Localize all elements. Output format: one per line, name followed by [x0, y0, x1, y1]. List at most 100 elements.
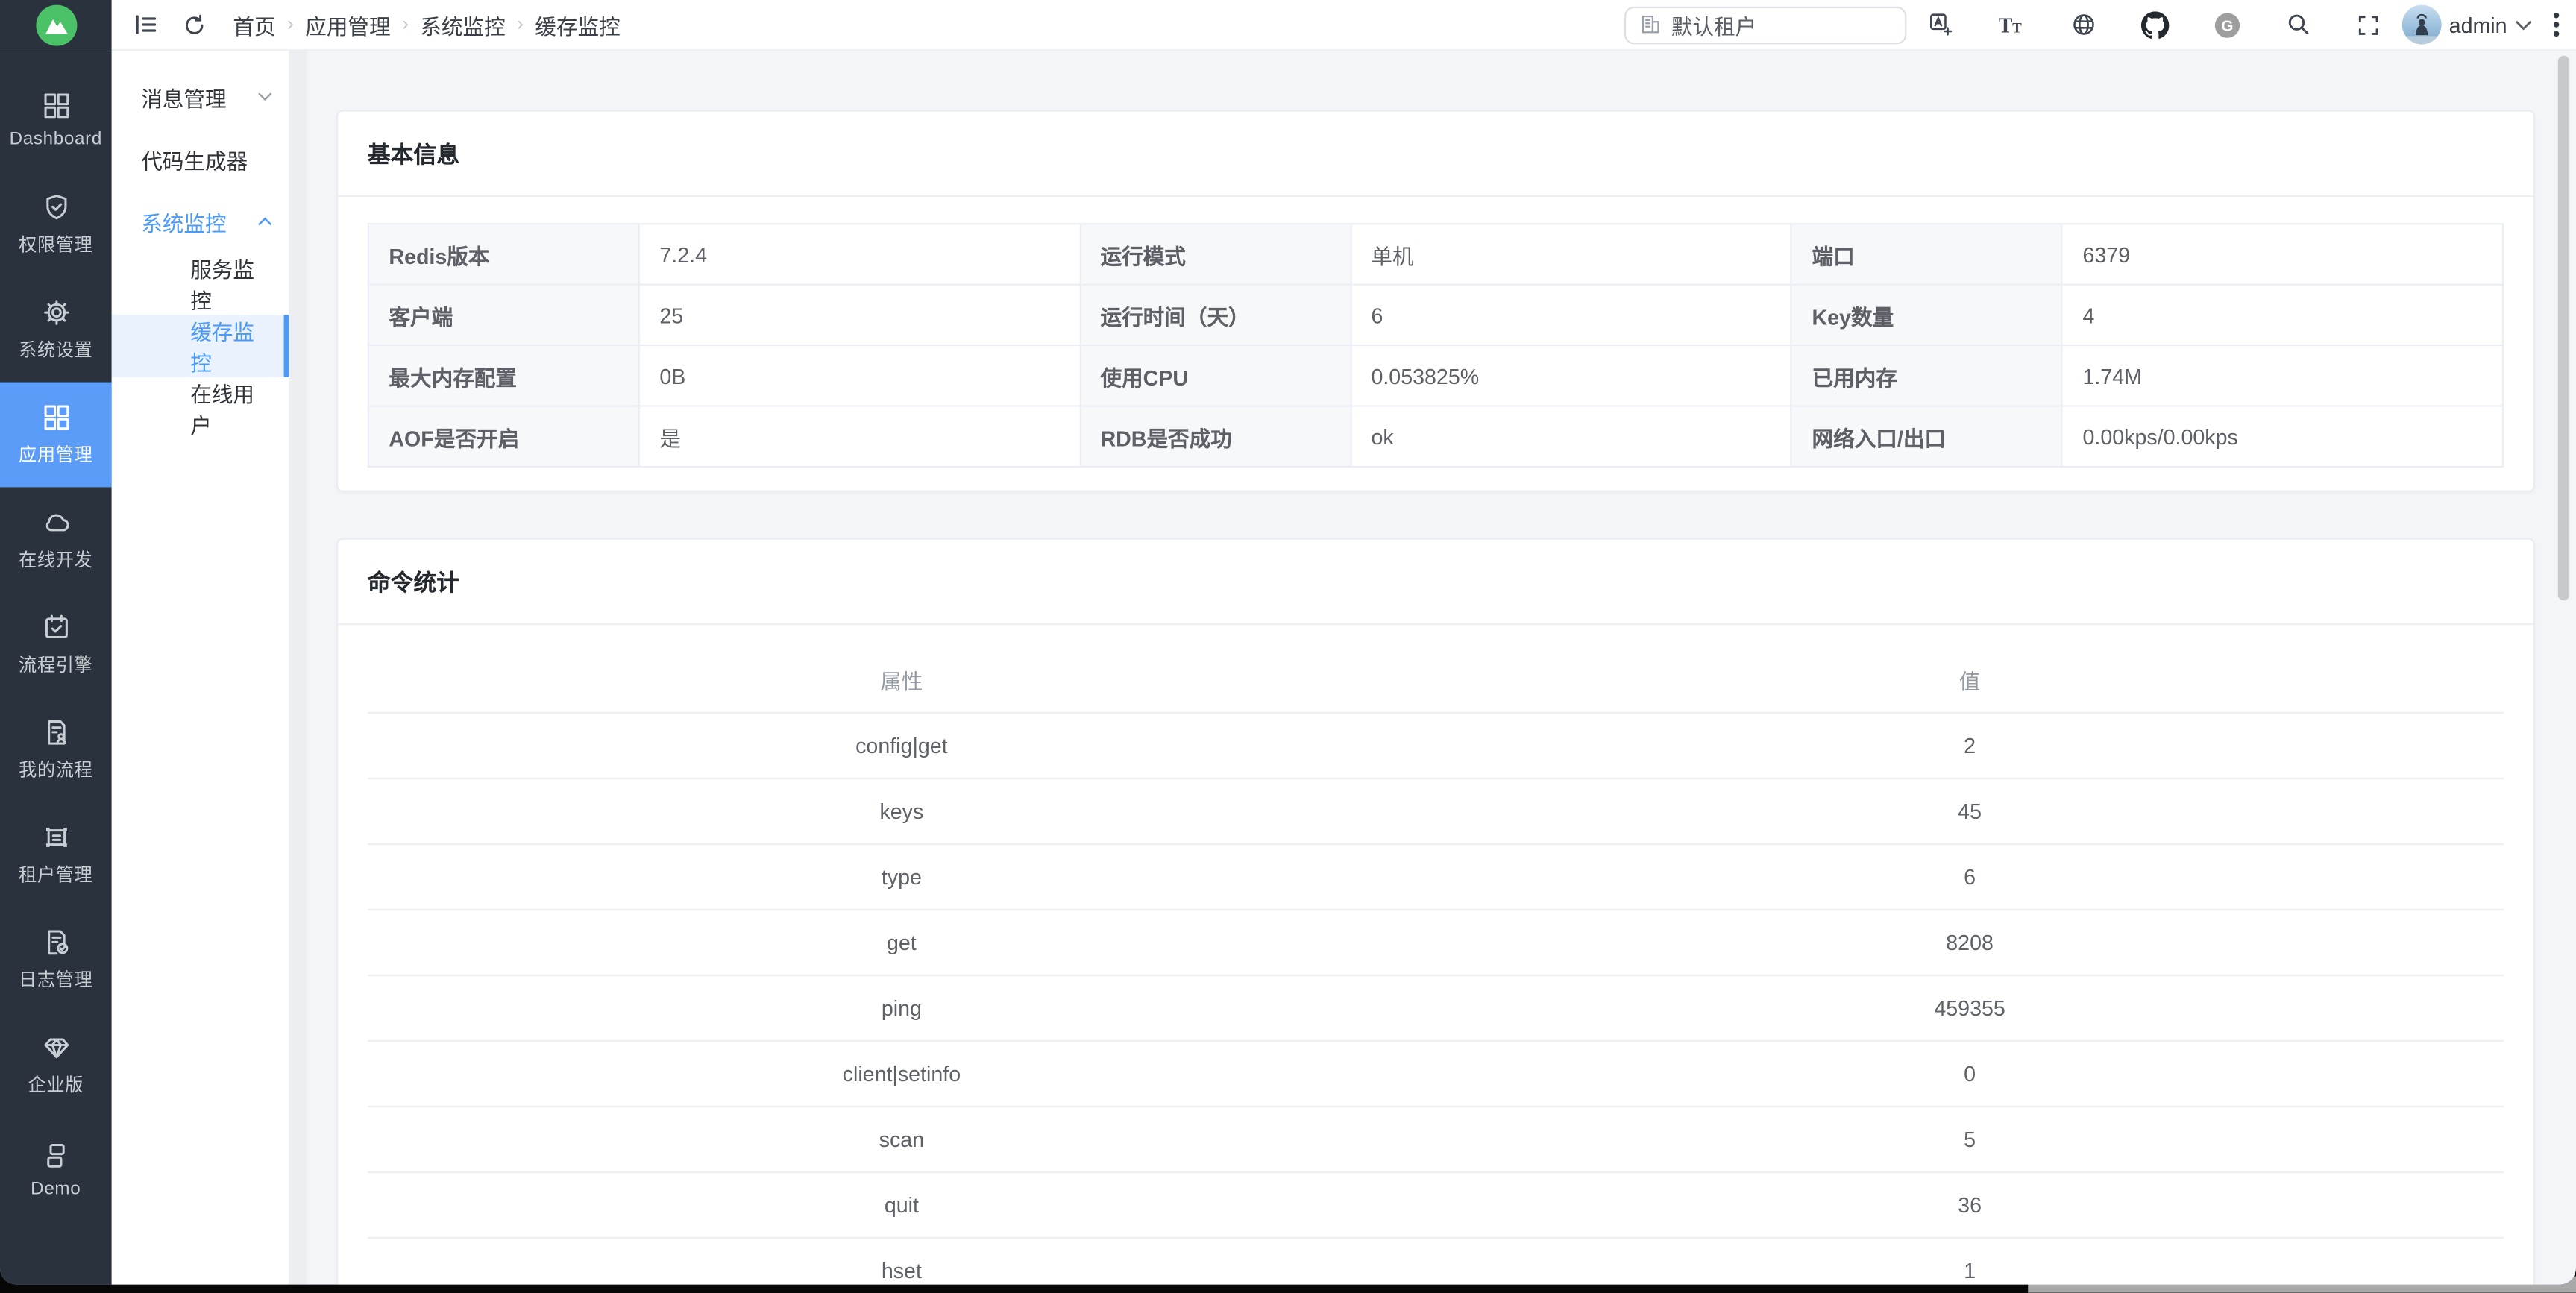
gitee-icon[interactable]: G	[2213, 10, 2240, 38]
menu-item-服务监控[interactable]: 服务监控	[112, 253, 289, 315]
command-name: type	[368, 844, 1436, 910]
sidebar-item-label: 流程引擎	[19, 651, 92, 677]
breadcrumb-item-应用管理[interactable]: 应用管理	[305, 9, 390, 40]
basic-info-card-header: 基本信息	[338, 112, 2533, 197]
chevron-up-icon	[257, 216, 272, 226]
command-name: client|setinfo	[368, 1041, 1436, 1107]
menu-item-label: 缓存监控	[190, 315, 272, 377]
command-stats-card-body: 属性值 config|get2keys45type6get8208ping459…	[338, 625, 2533, 1284]
sidebar-item-企业版[interactable]: 企业版	[0, 1012, 112, 1117]
frame-icon	[40, 822, 72, 853]
breadcrumb-item-首页[interactable]: 首页	[233, 9, 275, 40]
info-value: 单机	[1351, 224, 1791, 284]
basic-info-card-body: Redis版本7.2.4运行模式单机端口6379客户端25运行时间（天）6Key…	[338, 197, 2533, 491]
breadcrumb-separator-icon: ›	[517, 13, 524, 36]
menu-item-label: 服务监控	[190, 253, 272, 315]
command-table-row: ping459355	[368, 975, 2504, 1041]
info-value: 0.053825%	[1351, 345, 1791, 406]
gear-icon	[40, 297, 72, 328]
tenant-select[interactable]: 默认租户	[1624, 6, 1906, 44]
breadcrumb-separator-icon: ›	[402, 13, 409, 36]
command-value: 45	[1436, 778, 2504, 844]
breadcrumb-item-缓存监控[interactable]: 缓存监控	[535, 9, 620, 40]
topbar: 首页›应用管理›系统监控›缓存监控 默认租户	[112, 0, 2576, 51]
info-value: 0B	[639, 345, 1080, 406]
info-value: 7.2.4	[639, 224, 1080, 284]
command-name: scan	[368, 1107, 1436, 1172]
command-table-row: type6	[368, 844, 2504, 910]
more-options-icon[interactable]	[2553, 11, 2560, 37]
github-icon[interactable]	[2140, 10, 2168, 38]
gem-icon	[40, 1032, 72, 1063]
command-value: 5	[1436, 1107, 2504, 1172]
breadcrumb-item-系统监控[interactable]: 系统监控	[420, 9, 505, 40]
info-value: 4	[2062, 285, 2503, 345]
info-value: 0.00kps/0.00kps	[2062, 406, 2503, 467]
chevron-down-icon	[2516, 19, 2532, 30]
sidebar-item-label: 我的流程	[19, 756, 92, 782]
language-globe-icon[interactable]	[2070, 11, 2096, 37]
info-label: 网络入口/出口	[1791, 406, 2062, 467]
search-icon[interactable]	[2285, 11, 2311, 37]
basic-info-title: 基本信息	[368, 137, 459, 170]
info-label: Key数量	[1791, 285, 2062, 345]
sidebar-item-label: Demo	[31, 1180, 81, 1199]
menu-item-label: 在线用户	[190, 377, 272, 440]
sidebar-item-应用管理[interactable]: 应用管理	[0, 383, 112, 488]
command-name: keys	[368, 778, 1436, 844]
cloud-icon	[40, 507, 72, 538]
collapse-menu-icon[interactable]	[133, 11, 159, 37]
sidebar-item-系统设置[interactable]: 系统设置	[0, 277, 112, 383]
doc-check-icon	[40, 927, 72, 958]
command-stats-title: 命令统计	[368, 565, 459, 598]
breadcrumb: 首页›应用管理›系统监控›缓存监控	[233, 9, 620, 40]
user-name: admin	[2449, 13, 2507, 37]
fullscreen-icon[interactable]	[2355, 13, 2380, 37]
sidebar-item-label: 权限管理	[19, 231, 92, 257]
menu-item-消息管理[interactable]: 消息管理	[112, 66, 289, 128]
menu-item-系统监控[interactable]: 系统监控	[112, 190, 289, 253]
grid-icon	[40, 90, 72, 122]
tenant-select-value: 默认租户	[1671, 9, 1756, 40]
sidebar-item-Dashboard[interactable]: Dashboard	[0, 67, 112, 172]
command-table-row: config|get2	[368, 713, 2504, 778]
info-label: AOF是否开启	[368, 406, 639, 467]
sidebar-item-label: Dashboard	[10, 130, 102, 149]
secondary-sidebar: 消息管理代码生成器系统监控服务监控缓存监控在线用户	[112, 51, 289, 1284]
info-value: 6379	[2062, 224, 2503, 284]
command-value: 2	[1436, 713, 2504, 778]
sidebar-item-流程引擎[interactable]: 流程引擎	[0, 592, 112, 697]
sidebar-item-权限管理[interactable]: 权限管理	[0, 172, 112, 277]
refresh-icon[interactable]	[182, 13, 207, 37]
command-name: hset	[368, 1238, 1436, 1285]
command-table-row: hset1	[368, 1238, 2504, 1285]
user-menu[interactable]: admin	[2401, 5, 2532, 45]
sidebar-item-label: 日志管理	[19, 966, 92, 992]
command-table-header: 属性	[368, 648, 1436, 713]
sidebar-item-日志管理[interactable]: 日志管理	[0, 907, 112, 1013]
sidebar-item-在线开发[interactable]: 在线开发	[0, 487, 112, 592]
sidebar-item-租户管理[interactable]: 租户管理	[0, 802, 112, 907]
menu-item-label: 系统监控	[141, 206, 226, 237]
page-scrollbar[interactable]	[2558, 56, 2569, 600]
font-size-icon[interactable]: T T	[1998, 13, 2026, 37]
sidebar-item-label: 租户管理	[19, 861, 92, 887]
company-icon	[1639, 13, 1662, 37]
command-table-header: 值	[1436, 648, 2504, 713]
desktop-stage: 首页›应用管理›系统监控›缓存监控 默认租户	[0, 0, 2576, 1293]
blocks-icon	[40, 1140, 72, 1171]
menu-item-在线用户[interactable]: 在线用户	[112, 377, 289, 440]
translate-icon[interactable]	[1927, 11, 1953, 37]
primary-sidebar: Dashboard 权限管理系统设置应用管理在线开发流程引擎我的流程租户管理日志管…	[0, 51, 112, 1284]
command-table-row: get8208	[368, 910, 2504, 975]
info-label: 运行模式	[1080, 224, 1351, 284]
sidebar-item-Demo[interactable]: Demo	[0, 1117, 112, 1222]
app-logo[interactable]	[0, 0, 112, 51]
grid-icon	[40, 402, 72, 433]
sidebar-item-label: 企业版	[28, 1072, 84, 1098]
menu-item-代码生成器[interactable]: 代码生成器	[112, 128, 289, 191]
sidebar-item-我的流程[interactable]: 我的流程	[0, 697, 112, 802]
menu-item-缓存监控[interactable]: 缓存监控	[112, 315, 289, 377]
info-label: RDB是否成功	[1080, 406, 1351, 467]
info-value: 25	[639, 285, 1080, 345]
